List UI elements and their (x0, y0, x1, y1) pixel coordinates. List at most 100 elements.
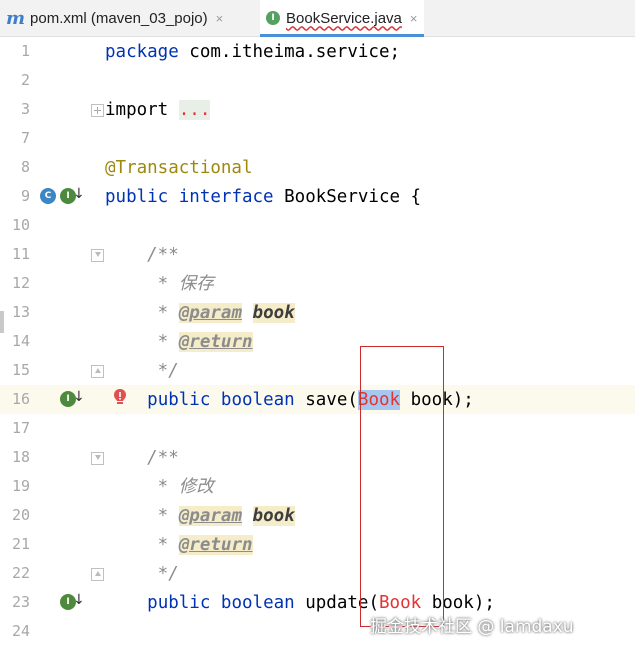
fold-end-icon[interactable] (91, 568, 104, 581)
javadoc-param: book (252, 506, 295, 526)
javadoc-tag: @return (178, 535, 253, 555)
line-number: 21 (11, 535, 30, 553)
code-line: 8 @Transactional (0, 153, 635, 182)
javadoc-tag: @param (178, 303, 242, 323)
line-number: 19 (11, 477, 30, 495)
comment-text: 修改 (178, 477, 214, 497)
line-number: 16 (11, 390, 30, 408)
line-number: 3 (20, 100, 30, 118)
comment: /** (105, 245, 179, 265)
code-line: 7 (0, 124, 635, 153)
code-line: 2 (0, 66, 635, 95)
down-arrow-icon: ↓ (73, 389, 85, 405)
line-number: 8 (20, 158, 30, 176)
line-number: 18 (11, 448, 30, 466)
javadoc-param: book (252, 303, 295, 323)
code-line: 20 * @param book (0, 501, 635, 530)
line-number: 12 (11, 274, 30, 292)
interface-icon: I (266, 11, 280, 25)
code-line: 15 */ (0, 356, 635, 385)
method-name: save( (305, 390, 358, 410)
line-number: 14 (11, 332, 30, 350)
keyword: public (105, 187, 169, 207)
code-line: 13 * @param book (0, 298, 635, 327)
keyword: package (105, 42, 179, 62)
keyword: boolean (220, 390, 295, 410)
code-line: 11 /** (0, 240, 635, 269)
watermark: 掘金技术社区 @ lamdaxu (370, 617, 574, 637)
code-editor[interactable]: 1 package com.itheima.service; 2 3 impor… (0, 37, 635, 652)
line-code: import ... (105, 98, 211, 122)
comment-star: * (105, 303, 179, 323)
annotation: @Transactional (105, 158, 253, 178)
close-icon[interactable]: × (410, 11, 418, 26)
line-number: 15 (11, 361, 30, 379)
line-code: @Transactional (105, 156, 253, 180)
comment: * @return (105, 330, 253, 354)
fold-collapse-icon[interactable] (91, 452, 104, 465)
folded-imports[interactable]: ... (178, 100, 211, 120)
line-code: public interface BookService { (105, 185, 421, 209)
keyword: interface (178, 187, 274, 207)
fold-end-icon[interactable] (91, 365, 104, 378)
tab-bookservice-java[interactable]: I BookService.java × (260, 0, 424, 37)
unresolved-type[interactable]: Book (379, 593, 421, 613)
comment: * @param book (105, 301, 295, 325)
keyword: public (147, 593, 211, 613)
comment: * 修改 (105, 475, 214, 499)
line-number: 7 (20, 129, 30, 147)
code-line: 17 (0, 414, 635, 443)
line-number: 23 (11, 593, 30, 611)
javadoc-tag: @param (178, 506, 242, 526)
code-line: 3 import ... (0, 95, 635, 124)
code-text: book); (421, 593, 495, 613)
line-number: 24 (11, 622, 30, 640)
code-text: com.itheima.service; (178, 42, 401, 62)
line-number: 9 (20, 187, 30, 205)
line-code: package com.itheima.service; (105, 40, 400, 64)
fold-collapse-icon[interactable] (91, 249, 104, 262)
line-code: public boolean save(Book book); (105, 388, 474, 412)
code-line: 9 C I ↓ public interface BookService { (0, 182, 635, 211)
code-line: 18 /** (0, 443, 635, 472)
code-text: BookService { (273, 187, 422, 207)
line-number: 10 (11, 216, 30, 234)
code-line: 12 * 保存 (0, 269, 635, 298)
down-arrow-icon: ↓ (73, 186, 85, 202)
line-number: 11 (11, 245, 30, 263)
close-icon[interactable]: × (216, 11, 224, 26)
comment: * 保存 (105, 272, 214, 296)
code-line: 14 * @return (0, 327, 635, 356)
keyword: boolean (220, 593, 295, 613)
comment-star: * (105, 535, 179, 555)
code-line: 22 */ (0, 559, 635, 588)
code-line: 21 * @return (0, 530, 635, 559)
comment: */ (105, 361, 179, 381)
fold-expand-icon[interactable] (91, 104, 104, 117)
keyword: import (105, 100, 169, 120)
tab-label: pom.xml (maven_03_pojo) (30, 9, 208, 27)
editor-tab-bar: m pom.xml (maven_03_pojo) × I BookServic… (0, 0, 635, 37)
comment: */ (105, 564, 179, 584)
line-number: 20 (11, 506, 30, 524)
line-number: 13 (11, 303, 30, 321)
comment-star: * (105, 506, 179, 526)
code-line-current: 16 I ↓ public boolean save(Book book); (0, 385, 635, 414)
comment-star: * (105, 332, 179, 352)
line-number: 22 (11, 564, 30, 582)
tab-pom-xml[interactable]: m pom.xml (maven_03_pojo) × (6, 0, 223, 36)
code-line: 19 * 修改 (0, 472, 635, 501)
down-arrow-icon: ↓ (73, 592, 85, 608)
comment-star: * (105, 477, 179, 497)
comment: * @param book (105, 504, 295, 528)
unresolved-type[interactable]: Book (357, 390, 401, 410)
code-line: 10 (0, 211, 635, 240)
code-text: book); (400, 390, 474, 410)
comment-text: 保存 (178, 274, 214, 294)
class-implementation-icon[interactable]: C (40, 188, 56, 204)
line-number: 17 (11, 419, 30, 437)
tab-label: BookService.java (286, 9, 402, 27)
comment-star: * (105, 274, 179, 294)
maven-m-icon: m (6, 7, 26, 29)
